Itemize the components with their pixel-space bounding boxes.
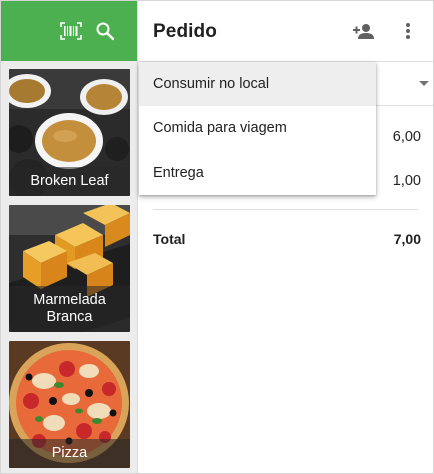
order-line-amount: 6,00: [392, 129, 421, 145]
product-tile-broken-leaf[interactable]: Broken Leaf: [9, 69, 130, 196]
order-type-select-underline: [376, 105, 433, 106]
catalog-toolbar: [1, 1, 137, 61]
order-type-menu: Consumir no local Comida para viagem Ent…: [139, 62, 376, 195]
menu-item-label: Consumir no local: [153, 76, 270, 92]
app-window: Broken Leaf Marmelada Branca Pizza Pedid…: [0, 0, 434, 474]
product-name: Pizza: [9, 439, 130, 468]
total-value: 7,00: [393, 231, 421, 247]
product-panel: Broken Leaf Marmelada Branca Pizza: [1, 1, 138, 473]
divider: [153, 209, 418, 210]
menu-item-label: Entrega: [153, 165, 204, 181]
barcode-icon[interactable]: [59, 19, 83, 43]
menu-item-consumir-no-local[interactable]: Consumir no local: [139, 62, 376, 106]
product-tile-marmelada-branca[interactable]: Marmelada Branca: [9, 205, 130, 332]
menu-item-label: Comida para viagem: [153, 120, 287, 136]
total-label: Total: [153, 231, 186, 247]
page-title: Pedido: [153, 21, 217, 42]
product-tile-pizza[interactable]: Pizza: [9, 341, 130, 468]
product-name: Marmelada Branca: [9, 286, 130, 332]
menu-item-entrega[interactable]: Entrega: [139, 151, 376, 195]
search-icon[interactable]: [93, 19, 117, 43]
menu-item-comida-para-viagem[interactable]: Comida para viagem: [139, 106, 376, 150]
order-line-amount: 1,00: [392, 173, 421, 189]
order-type-dropdown-arrow-icon[interactable]: [419, 81, 429, 86]
product-name: Broken Leaf: [9, 167, 130, 196]
more-vert-icon[interactable]: [396, 19, 420, 43]
order-header: Pedido: [138, 1, 433, 62]
add-person-icon[interactable]: [352, 19, 376, 43]
